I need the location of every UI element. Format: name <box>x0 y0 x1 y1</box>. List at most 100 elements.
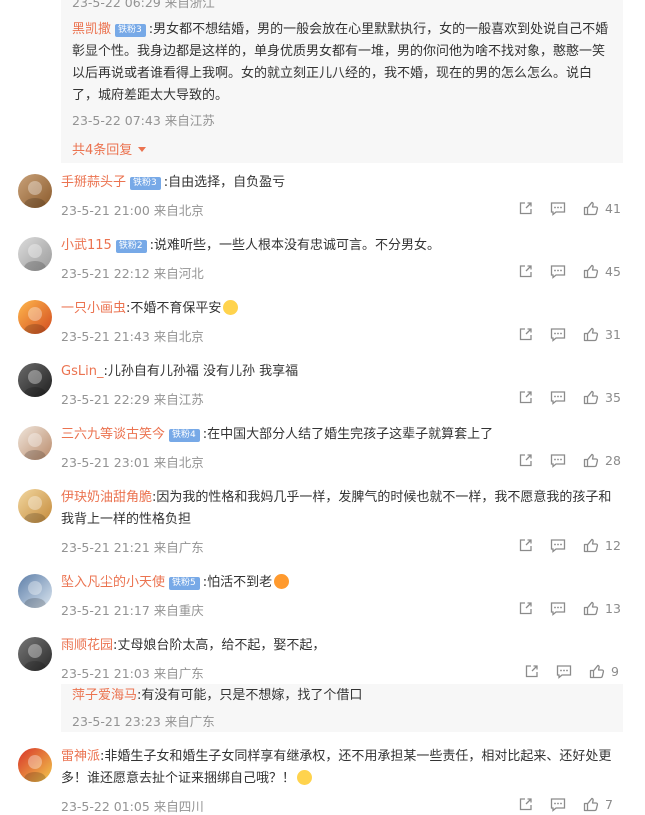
user-avatar[interactable] <box>18 426 52 460</box>
comment-meta: 23-5-21 22:12 来自河北 <box>61 266 204 281</box>
like-icon[interactable] <box>589 664 605 679</box>
like-icon[interactable] <box>583 327 599 342</box>
like-count: 9 <box>611 664 619 679</box>
like-count: 7 <box>605 797 613 812</box>
reply-icon[interactable] <box>556 664 572 679</box>
like-icon[interactable] <box>583 538 599 553</box>
comment-body: :说难听些，一些人根本没有忠诚可言。不分男女。 <box>149 238 440 253</box>
comment-body: :在中国大部分人结了婚生完孩子这辈子就算套上了 <box>202 427 494 442</box>
comment-text: 伊玦奶油甜角脆:因为我的性格和我妈几乎一样，发脾气的时候也就不一样，我不愿意我的… <box>61 487 621 531</box>
comment-author[interactable]: 雷神派 <box>61 749 100 764</box>
nested-reply-author[interactable]: 萍子爱海马 <box>72 688 137 703</box>
like-icon[interactable] <box>583 797 599 812</box>
fan-badge: 铁粉5 <box>169 577 200 590</box>
smile-emoji-icon <box>297 770 313 785</box>
user-avatar[interactable] <box>18 363 52 397</box>
share-icon[interactable] <box>518 264 533 279</box>
like-count: 31 <box>605 327 621 342</box>
comment-actions: 28 <box>518 453 621 468</box>
like-count: 12 <box>605 538 621 553</box>
reply-icon[interactable] <box>550 201 566 216</box>
comment-meta: 23-5-21 23:01 来自北京 <box>61 455 204 470</box>
like-count: 45 <box>605 264 621 279</box>
user-avatar[interactable] <box>18 300 52 334</box>
comment-actions: 45 <box>518 264 621 279</box>
partial-reply-meta: 23-5-22 06:29 来自浙江 <box>72 0 215 10</box>
comment-body: :因为我的性格和我妈几乎一样，发脾气的时候也就不一样，我不愿意我的孩子和 <box>152 490 612 505</box>
comment-body-line2: 我背上一样的性格负担 <box>61 512 192 527</box>
comment-meta: 23-5-21 21:21 来自广东 <box>61 540 204 555</box>
user-avatar[interactable] <box>18 574 52 608</box>
comment-author[interactable]: 三六九等谈古笑今 <box>61 427 165 442</box>
share-icon[interactable] <box>518 453 533 468</box>
nested-reply-meta: 23-5-21 23:23 来自广东 <box>72 714 215 729</box>
smile-emoji-icon <box>223 300 239 315</box>
like-icon[interactable] <box>583 601 599 616</box>
more-replies-link[interactable]: 共4条回复 <box>72 139 147 158</box>
comment-author[interactable]: 一只小画虫 <box>61 301 126 316</box>
user-avatar[interactable] <box>18 174 52 208</box>
reply-icon[interactable] <box>550 453 566 468</box>
share-icon[interactable] <box>518 201 533 216</box>
comment-meta: 23-5-21 21:43 来自北京 <box>61 329 204 344</box>
fan-badge: 铁粉2 <box>115 240 147 253</box>
share-icon[interactable] <box>518 327 533 342</box>
share-icon[interactable] <box>518 538 533 553</box>
top-reply-line3: 以后再说或者谁看得上我啊。女的就立刻正儿八经的，我不婚，现在的男的怎么怎么。说白 <box>72 66 593 81</box>
reply-icon[interactable] <box>550 797 566 812</box>
comment-meta: 23-5-21 22:29 来自江苏 <box>61 392 204 407</box>
user-avatar[interactable] <box>18 748 52 782</box>
like-icon[interactable] <box>583 201 599 216</box>
like-icon[interactable] <box>583 390 599 405</box>
like-icon[interactable] <box>583 264 599 279</box>
comment-body-line2: 多！谁还愿意去扯个证来捆绑自己哦？！ <box>61 771 296 786</box>
top-reply-author[interactable]: 黑凯撒 <box>72 22 111 37</box>
reply-icon[interactable] <box>550 264 566 279</box>
top-reply-meta: 23-5-22 07:43 来自江苏 <box>72 113 215 128</box>
comment-author[interactable]: 坠入凡尘的小天使 <box>61 575 165 590</box>
comment-meta: 23-5-22 01:05 来自四川 <box>61 799 204 814</box>
laugh-emoji-icon <box>274 574 290 589</box>
like-count: 41 <box>605 201 621 216</box>
user-avatar[interactable] <box>18 637 52 671</box>
comment-author[interactable]: 小武115 <box>61 238 112 253</box>
reply-icon[interactable] <box>550 538 566 553</box>
reply-icon[interactable] <box>550 601 566 616</box>
caret-down-icon <box>138 147 147 152</box>
comment-body: :自由选择，自负盈亏 <box>163 175 286 190</box>
comment-text: 一只小画虫:不婚不育保平安 <box>61 298 621 320</box>
fan-badge: 铁粉3 <box>130 177 161 190</box>
comment-text: 手掰蒜头子 铁粉3:自由选择，自负盈亏 <box>61 172 621 194</box>
comment-actions: 12 <box>518 538 621 553</box>
comment-text: 三六九等谈古笑今 铁粉4:在中国大部分人结了婚生完孩子这辈子就算套上了 <box>61 424 621 446</box>
comment-text: 雨顺花园:丈母娘台阶太高，给不起，娶不起， <box>61 635 621 657</box>
share-icon[interactable] <box>524 664 539 679</box>
nested-reply-text: 萍子爱海马:有没有可能，只是不想嫁，找了个借口 <box>72 685 362 707</box>
comment-body: :不婚不育保平安 <box>126 301 222 316</box>
top-reply-line2: 彰显个性。我身边都是这样的，单身优质男女都有一堆，男的你问他为啥不找对象，憨憨一… <box>72 44 606 59</box>
comment-actions: 13 <box>518 601 621 616</box>
share-icon[interactable] <box>518 797 533 812</box>
comment-author[interactable]: 伊玦奶油甜角脆 <box>61 490 152 505</box>
comment-actions: 31 <box>518 327 621 342</box>
user-avatar[interactable] <box>18 237 52 271</box>
user-avatar[interactable] <box>18 489 52 523</box>
share-icon[interactable] <box>518 390 533 405</box>
more-replies-label[interactable]: 共4条回复 <box>72 143 132 158</box>
share-icon[interactable] <box>518 601 533 616</box>
comment-text: GsLin_:儿孙自有儿孙福 没有儿孙 我享福 <box>61 361 621 383</box>
comment-author[interactable]: 雨顺花园 <box>61 638 113 653</box>
comment-text: 坠入凡尘的小天使 铁粉5:怕活不到老 <box>61 572 621 594</box>
comment-meta: 23-5-21 21:00 来自北京 <box>61 203 204 218</box>
like-count: 35 <box>605 390 621 405</box>
reply-icon[interactable] <box>550 390 566 405</box>
comment-body: :丈母娘台阶太高，给不起，娶不起， <box>113 638 326 653</box>
comment-body: :非婚生子女和婚生子女同样享有继承权，还不用承担某一些责任，相对比起来、还好处更 <box>100 749 612 764</box>
like-icon[interactable] <box>583 453 599 468</box>
comment-meta: 23-5-21 21:17 来自重庆 <box>61 603 204 618</box>
comment-author[interactable]: 手掰蒜头子 <box>61 175 126 190</box>
like-count: 13 <box>605 601 621 616</box>
comment-author[interactable]: GsLin_ <box>61 364 103 379</box>
comment-body: :儿孙自有儿孙福 没有儿孙 我享福 <box>103 364 299 379</box>
reply-icon[interactable] <box>550 327 566 342</box>
